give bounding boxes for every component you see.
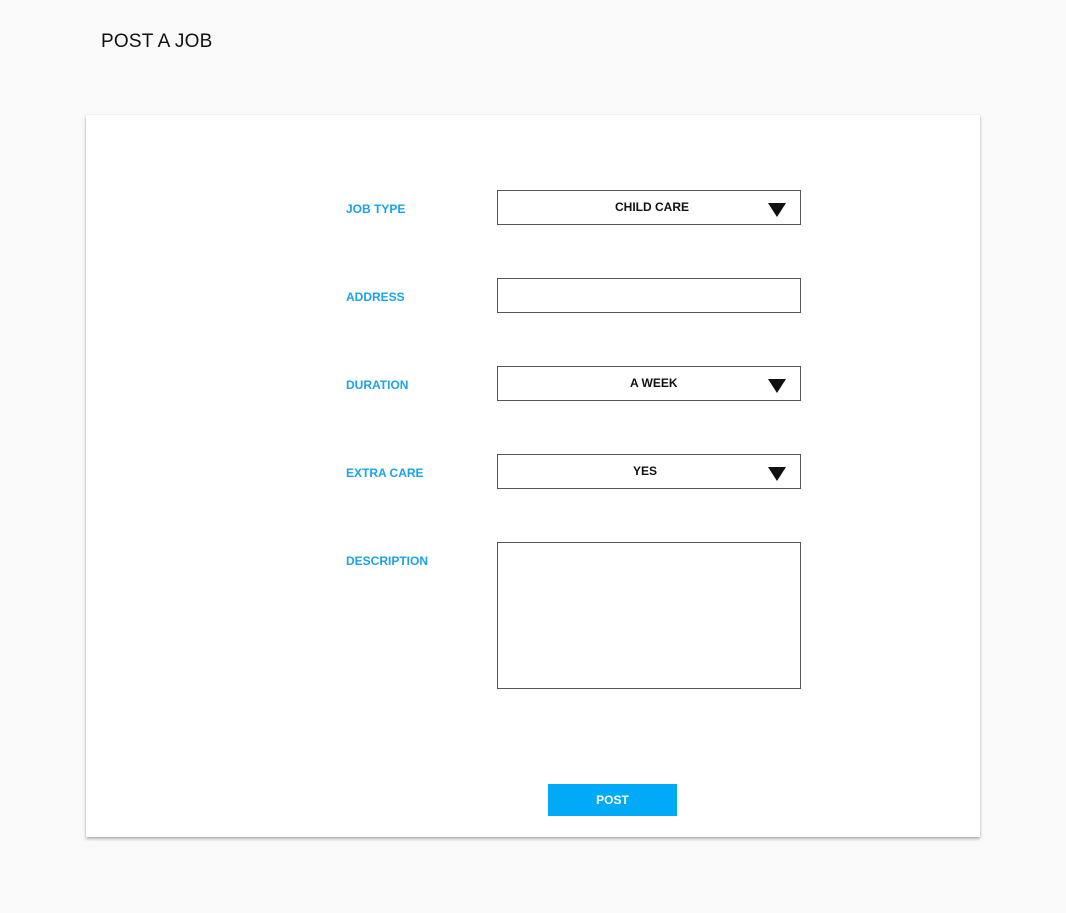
- caret-down-icon: [768, 203, 786, 217]
- job-form-card: JOB TYPE CHILD CARE ADDRESS DURATION A W…: [86, 115, 980, 837]
- extra-care-select[interactable]: YES: [497, 454, 801, 489]
- job-type-label: JOB TYPE: [346, 202, 406, 216]
- address-label: ADDRESS: [346, 290, 405, 304]
- post-button[interactable]: POST: [548, 784, 677, 816]
- caret-down-icon: [768, 467, 786, 481]
- job-type-select[interactable]: CHILD CARE: [497, 190, 801, 225]
- extra-care-label: EXTRA CARE: [346, 466, 424, 480]
- caret-down-icon: [768, 379, 786, 393]
- address-input[interactable]: [497, 278, 801, 313]
- description-label: DESCRIPTION: [346, 554, 429, 568]
- duration-select[interactable]: A WEEK: [497, 366, 801, 401]
- page-title: POST A JOB: [101, 31, 213, 52]
- duration-label: DURATION: [346, 378, 409, 392]
- extra-care-selected-value: YES: [633, 464, 658, 478]
- duration-selected-value: A WEEK: [630, 376, 678, 390]
- job-type-selected-value: CHILD CARE: [615, 200, 689, 214]
- description-textarea[interactable]: [497, 542, 801, 689]
